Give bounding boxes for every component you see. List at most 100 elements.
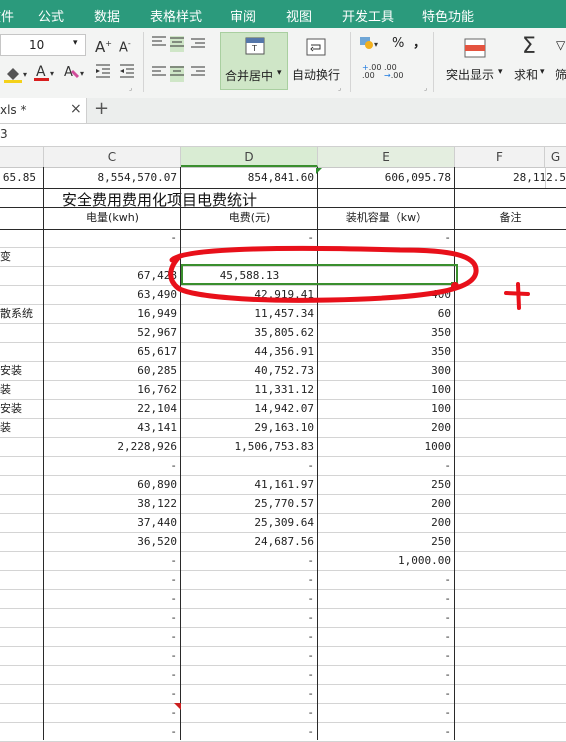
- dialog-launcher-icon[interactable]: ⌟: [424, 84, 427, 92]
- cell-remarks[interactable]: [455, 494, 566, 513]
- cell-capacity[interactable]: -: [318, 646, 455, 665]
- cell-electricity[interactable]: -: [44, 247, 181, 266]
- cell-capacity[interactable]: -: [318, 228, 455, 247]
- cell-electricity[interactable]: 60,285: [44, 361, 181, 380]
- column-header-d[interactable]: D: [181, 147, 318, 167]
- cell-capacity[interactable]: 1,000.00: [318, 551, 455, 570]
- cell-remarks[interactable]: [455, 513, 566, 532]
- header-capacity[interactable]: 装机容量（kw）: [318, 208, 455, 227]
- cell-electricity[interactable]: -: [44, 570, 181, 589]
- cell-cost[interactable]: -: [181, 722, 318, 741]
- decimal-increase-icon[interactable]: +.00.00: [362, 64, 381, 80]
- fill-color-icon[interactable]: ▾: [4, 65, 30, 87]
- document-tab[interactable]: xls * ×: [0, 98, 87, 123]
- cell-remarks[interactable]: [455, 456, 566, 475]
- cell-remarks[interactable]: [455, 551, 566, 570]
- cell-remarks[interactable]: [455, 475, 566, 494]
- cell-remarks[interactable]: [455, 228, 566, 247]
- cell-capacity[interactable]: 100: [318, 380, 455, 399]
- cell-electricity[interactable]: 37,440: [44, 513, 181, 532]
- cell-cost[interactable]: 29,163.10: [181, 418, 318, 437]
- cell-electricity[interactable]: 16,949: [44, 304, 181, 323]
- cell-item-name[interactable]: [0, 703, 44, 722]
- header-electricity[interactable]: 电量(kwh): [44, 208, 181, 227]
- cell-electricity[interactable]: 65,617: [44, 342, 181, 361]
- cell-electricity[interactable]: -: [44, 589, 181, 608]
- cell-remarks[interactable]: [455, 703, 566, 722]
- cell-item-name[interactable]: [0, 684, 44, 703]
- cell-capacity[interactable]: 60: [318, 304, 455, 323]
- column-header-f[interactable]: F: [455, 147, 545, 167]
- merge-center-button[interactable]: T 合并居中 ▾: [220, 32, 288, 90]
- align-center-icon[interactable]: [170, 66, 184, 82]
- cell-cost[interactable]: 25,770.57: [181, 494, 318, 513]
- filter-button[interactable]: ▽ 筛: [554, 32, 566, 88]
- cell-electricity[interactable]: 60,890: [44, 475, 181, 494]
- cell-electricity[interactable]: -: [44, 684, 181, 703]
- menu-table-style[interactable]: 表格样式: [150, 6, 202, 25]
- cell-remarks[interactable]: [455, 608, 566, 627]
- cell-item-name[interactable]: 装: [0, 418, 44, 437]
- selected-range[interactable]: [181, 264, 458, 285]
- fill-handle[interactable]: [451, 282, 456, 287]
- cell-item-name[interactable]: [0, 532, 44, 551]
- cell-cost[interactable]: -: [181, 570, 318, 589]
- total-cell-b[interactable]: 65.85: [0, 167, 44, 188]
- cell-cost[interactable]: 41,161.97: [181, 475, 318, 494]
- cell-item-name[interactable]: [0, 589, 44, 608]
- cell-item-name[interactable]: [0, 228, 44, 247]
- dialog-launcher-icon[interactable]: ⌟: [129, 84, 132, 92]
- cell-remarks[interactable]: [455, 665, 566, 684]
- cell-cost[interactable]: 25,309.64: [181, 513, 318, 532]
- cell-electricity[interactable]: -: [44, 722, 181, 741]
- cell-cost[interactable]: -: [181, 589, 318, 608]
- cell-cost[interactable]: -: [181, 228, 318, 247]
- cell-cost[interactable]: 11,331.12: [181, 380, 318, 399]
- column-header-g[interactable]: G: [545, 147, 566, 167]
- cell-cost[interactable]: 40,752.73: [181, 361, 318, 380]
- cell-electricity[interactable]: 38,122: [44, 494, 181, 513]
- highlight-button[interactable]: 突出显示 ▾: [442, 32, 508, 88]
- cell-remarks[interactable]: [455, 589, 566, 608]
- cell-remarks[interactable]: [455, 646, 566, 665]
- column-header-b[interactable]: [0, 147, 44, 167]
- cell-item-name[interactable]: [0, 342, 44, 361]
- cell-electricity[interactable]: -: [44, 646, 181, 665]
- cell-cost[interactable]: -: [181, 551, 318, 570]
- close-icon[interactable]: ×: [70, 101, 82, 117]
- cell-capacity[interactable]: 100: [318, 399, 455, 418]
- menu-file[interactable]: 文件: [0, 6, 14, 25]
- column-header-c[interactable]: C: [44, 147, 181, 167]
- cell-electricity[interactable]: 2,228,926: [44, 437, 181, 456]
- cell-item-name[interactable]: 变: [0, 247, 44, 266]
- cell-remarks[interactable]: [455, 532, 566, 551]
- menu-special[interactable]: 特色功能: [422, 6, 474, 25]
- cell-item-name[interactable]: [0, 646, 44, 665]
- menu-data[interactable]: 数据: [94, 6, 120, 25]
- align-top-icon[interactable]: [152, 36, 166, 52]
- sum-button[interactable]: Σ 求和 ▾: [512, 32, 552, 88]
- percent-icon[interactable]: %: [392, 36, 404, 51]
- cell-cost[interactable]: -: [181, 665, 318, 684]
- cell-electricity[interactable]: 67,428: [44, 266, 181, 285]
- cell-capacity[interactable]: 200: [318, 513, 455, 532]
- total-cell-c[interactable]: 8,554,570.07: [44, 167, 181, 188]
- cell-capacity[interactable]: -: [318, 665, 455, 684]
- cell-remarks[interactable]: [455, 437, 566, 456]
- total-cell-e[interactable]: 606,095.78: [318, 167, 455, 188]
- cell-cost[interactable]: -: [181, 703, 318, 722]
- cell-remarks[interactable]: [455, 342, 566, 361]
- cell-capacity[interactable]: 1000: [318, 437, 455, 456]
- wrap-text-button[interactable]: 自动换行: [290, 32, 344, 88]
- cell-item-name[interactable]: [0, 722, 44, 741]
- cell-cost[interactable]: -: [181, 684, 318, 703]
- cell-electricity[interactable]: 36,520: [44, 532, 181, 551]
- clear-format-icon[interactable]: A ▾: [62, 63, 88, 87]
- cell-capacity[interactable]: -: [318, 722, 455, 741]
- decimal-decrease-icon[interactable]: .00 →.00: [384, 64, 403, 80]
- cell-cost[interactable]: 42,919.41: [181, 285, 318, 304]
- cell-reference[interactable]: 3: [0, 127, 8, 141]
- cell-capacity[interactable]: 400: [318, 285, 455, 304]
- header-cost[interactable]: 电费(元): [181, 208, 318, 227]
- cell-electricity[interactable]: -: [44, 665, 181, 684]
